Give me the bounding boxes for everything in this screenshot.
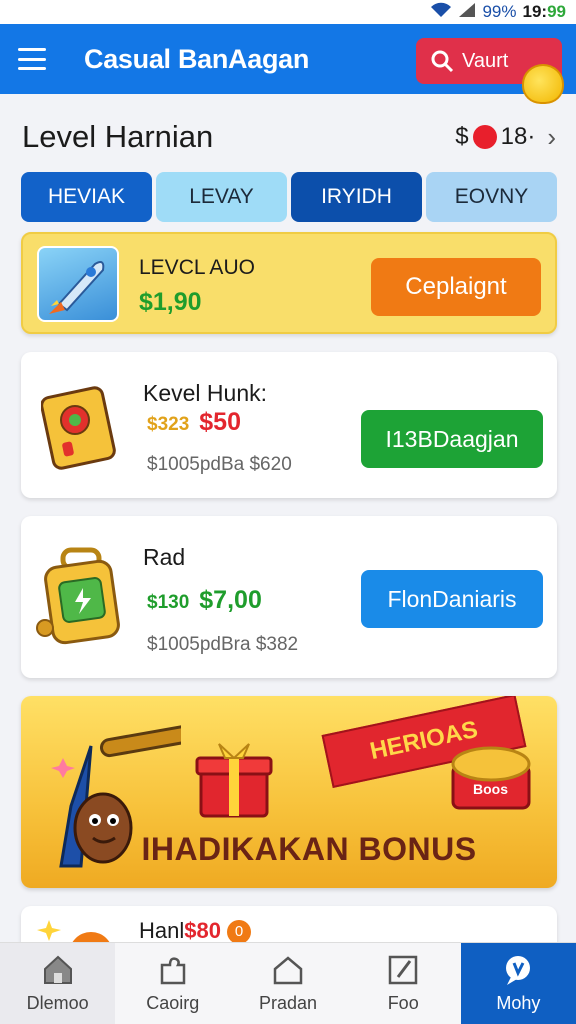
- app-bar: Casual BanAagan Vaurt: [0, 24, 576, 104]
- tab-3[interactable]: IRYIDH: [291, 172, 422, 222]
- list-item[interactable]: Rad $130 $7,00 $1005pdBra $382 FlonDania…: [21, 516, 557, 678]
- section-header: Level Harnian $ 18· ›: [22, 112, 556, 162]
- category-tabs: HEVIAK LEVAY IRYIDH EOVNY: [21, 172, 557, 222]
- gift-box-icon: [195, 742, 273, 818]
- search-label: Vaurt: [462, 49, 509, 72]
- old-price: $323: [147, 414, 190, 435]
- gadget-icon: [40, 382, 121, 472]
- chevron-right-icon[interactable]: ›: [547, 122, 556, 153]
- tab-4[interactable]: EOVNY: [426, 172, 557, 222]
- app-title: Casual BanAagan: [84, 43, 310, 74]
- counter-value: 18·: [500, 123, 536, 150]
- list-item[interactable]: Kevel Hunk: $323 $50 $1005pdBa $620 I13B…: [21, 352, 557, 498]
- featured-name: LEVCL AUO: [139, 256, 255, 279]
- puzzle-icon: [160, 957, 186, 985]
- home-icon: [43, 955, 72, 984]
- rocket-icon: [37, 246, 119, 322]
- nav-item-2[interactable]: Caoirg: [115, 943, 230, 1024]
- item-name: Hanl$80 0: [139, 918, 252, 945]
- featured-cta-button[interactable]: Ceplaignt: [371, 258, 541, 316]
- bonus-banner[interactable]: HERIOAS Boos IHADIKAKAN BONUS: [21, 696, 557, 888]
- nav-item-active[interactable]: Mohy: [460, 943, 576, 1024]
- bottom-nav: Dlemoo Caoirg Pradan Foo Mohy: [0, 942, 576, 1024]
- wifi-icon: [430, 2, 452, 23]
- nav-item-4[interactable]: Foo: [346, 943, 461, 1024]
- chat-icon: [506, 956, 531, 985]
- nav-item-home[interactable]: Dlemoo: [0, 943, 116, 1024]
- featured-card[interactable]: LEVCL AUO $1,90 Ceplaignt: [21, 232, 557, 334]
- item-meta: $1005pdBa $620: [147, 454, 292, 475]
- battery-percent: 99%: [482, 2, 517, 21]
- edit-icon: [388, 955, 418, 985]
- signal-icon: [458, 2, 476, 23]
- price-row: $130 $7,00: [147, 586, 262, 615]
- treasure-chest-icon: Boos: [449, 732, 533, 812]
- house-outline-icon: [273, 956, 303, 985]
- banner-title: IHADIKAKAN BONUS: [141, 831, 477, 867]
- price-row: $323 $50: [147, 408, 241, 437]
- page-title: Level Harnian: [22, 119, 214, 154]
- item-cta-button[interactable]: FlonDaniaris: [361, 570, 543, 628]
- item-meta: $1005pdBra $382: [147, 634, 299, 655]
- battery-pack-icon: [35, 544, 129, 648]
- tab-2[interactable]: LEVAY: [156, 172, 287, 222]
- nav-item-3[interactable]: Pradan: [230, 943, 345, 1024]
- new-price: $7,00: [199, 586, 262, 614]
- menu-icon[interactable]: [18, 48, 46, 70]
- ladybug-icon: [472, 125, 497, 149]
- search-icon: [431, 50, 454, 73]
- status-bar: 99% 19:99: [0, 0, 576, 24]
- new-price: $50: [199, 408, 241, 436]
- chest-label: Boos: [473, 781, 508, 797]
- old-price: $130: [147, 592, 190, 613]
- clock: 19:99: [522, 2, 567, 21]
- coin-bag-icon[interactable]: [522, 64, 564, 104]
- item-name: Rad: [143, 544, 186, 570]
- item-badge: 0: [227, 920, 252, 945]
- featured-price: $1,90: [139, 288, 202, 316]
- item-name: Kevel Hunk:: [143, 380, 268, 406]
- tab-1[interactable]: HEVIAK: [21, 172, 152, 222]
- item-cta-button[interactable]: I13BDaagjan: [361, 410, 543, 468]
- counter[interactable]: $ 18· ›: [455, 122, 556, 153]
